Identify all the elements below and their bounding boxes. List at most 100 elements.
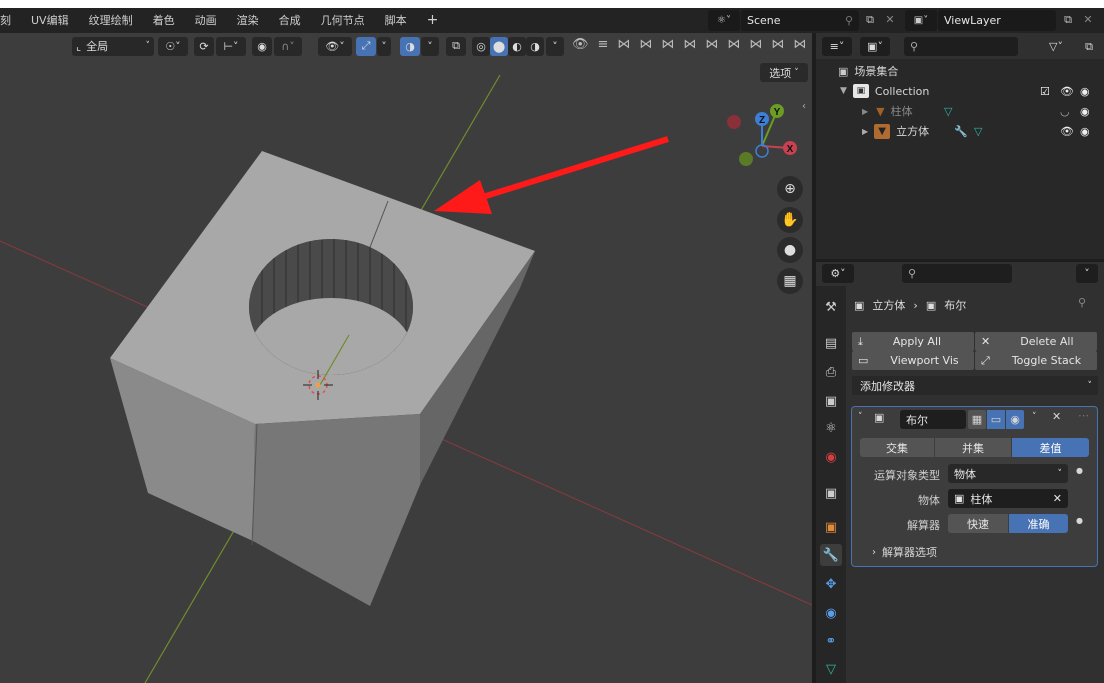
data-tab-icon[interactable]: ▽ [820, 658, 842, 680]
tab-rendering[interactable]: 渲染 [227, 8, 269, 33]
keyframe-dot-icon[interactable]: ● [1076, 466, 1083, 475]
new-collection-button[interactable]: ⧉ [1078, 37, 1100, 56]
options-dropdown[interactable]: 选项 ˅ [760, 63, 808, 82]
tab-texture-paint[interactable]: 纹理绘制 [79, 8, 143, 33]
rendered-shading-button[interactable]: ◑ [526, 36, 544, 56]
add-modifier-dropdown[interactable]: 添加修改器 ˅ [852, 376, 1098, 395]
chevron-down-icon[interactable]: ˅ [1032, 412, 1037, 422]
render-tab-icon[interactable]: ▤ [820, 332, 842, 354]
modifier-name-field[interactable]: 布尔 [900, 410, 966, 429]
expand-arrow-icon[interactable]: ▼ [840, 86, 847, 96]
collapse-arrow-icon[interactable]: ˅ [858, 412, 863, 422]
camera-icon[interactable]: ◉ [1080, 85, 1090, 98]
operation-difference[interactable]: 差值 [1012, 438, 1089, 457]
gizmo-toggle[interactable]: ⤢ [356, 36, 376, 56]
wireframe-shading-button[interactable]: ◎ [472, 36, 490, 56]
new-view-layer-icon[interactable]: ⧉ [1060, 12, 1076, 28]
close-view-layer-icon[interactable]: ✕ [1080, 12, 1096, 28]
tab-uv-editing[interactable]: UV编辑 [21, 8, 79, 33]
properties-options-dropdown[interactable]: ˅ [1076, 264, 1098, 283]
output-tab-icon[interactable]: ⎙ [820, 361, 842, 383]
proportional-edit-toggle[interactable]: ◉ [252, 36, 272, 56]
render-toggle[interactable]: ◉ [1006, 410, 1024, 429]
operand-type-dropdown[interactable]: 物体 ˅ [948, 464, 1068, 483]
eye-closed-icon[interactable]: ◡ [1060, 105, 1070, 118]
pin-icon[interactable]: ⚲ [841, 13, 857, 29]
falloff-dropdown[interactable]: ∩˅ [274, 36, 302, 56]
exclude-checkbox[interactable]: ☑ [1040, 85, 1050, 98]
outliner-search-input[interactable]: ⚲ [904, 37, 1018, 56]
filter-view-dropdown[interactable]: ▣˅ [860, 37, 890, 56]
perspective-grid-icon[interactable]: ▦ [777, 268, 803, 294]
object-tab-icon[interactable]: ▣ [820, 516, 842, 538]
sidebar-collapse-arrow[interactable]: ‹ [802, 101, 806, 112]
close-scene-icon[interactable]: ✕ [882, 12, 898, 28]
apply-all-button[interactable]: ⤓ Apply All [852, 332, 974, 351]
tab-geometry-nodes[interactable]: 几何节点 [311, 8, 375, 33]
expand-arrow-icon[interactable]: ▶ [862, 127, 868, 136]
editor-type-dropdown[interactable]: ⚙˅ [822, 264, 854, 283]
zoom-icon[interactable]: ⊕ [777, 176, 803, 202]
add-workspace-button[interactable]: + [417, 8, 449, 33]
snap-toggle[interactable]: ⟳ [194, 36, 214, 56]
pivot-point-dropdown[interactable]: ☉˅ [158, 36, 188, 56]
tab-animation[interactable]: 动画 [185, 8, 227, 33]
drag-handle-icon[interactable]: ⋯ [1078, 409, 1089, 422]
outliner-object-row[interactable]: ▶ ▼ 立方体 🔧 ▽ 👁 ◉ [816, 121, 1104, 141]
close-icon[interactable]: ✕ [1052, 410, 1061, 423]
overlays-dropdown[interactable]: ˅ [421, 36, 439, 56]
material-shading-button[interactable]: ◐ [508, 36, 526, 56]
collection-tab-icon[interactable]: ▣ [820, 482, 842, 504]
viewport-vis-button[interactable]: ▭ Viewport Vis [852, 351, 974, 370]
tab-scripting[interactable]: 脚本 [375, 8, 417, 33]
pan-hand-icon[interactable]: ✋ [777, 207, 803, 233]
expand-arrow-icon[interactable]: ▶ [862, 107, 868, 116]
viewport-scene[interactable]: Y Z X [0, 33, 812, 683]
clear-icon[interactable]: ✕ [1053, 492, 1062, 505]
tab-sculpt[interactable]: 刻 [0, 8, 21, 33]
outliner-root-row[interactable]: ▣ 场景集合 [816, 61, 1104, 81]
extra-header-icons[interactable]: 👁≡⋈⋈⋈⋈⋈⋈⋈⋈⋈⋈ [572, 37, 812, 52]
outliner-object-row[interactable]: ▶ ▼ 柱体 ▽ ◡ ◉ [816, 101, 1104, 121]
filter-dropdown[interactable]: ▽˅ [1040, 37, 1072, 56]
constraints-tab-icon[interactable]: ⚭ [820, 630, 842, 652]
overlays-toggle[interactable]: ◑ [400, 36, 420, 56]
tool-tab-icon[interactable]: ⚒ [820, 296, 842, 318]
transform-orientation-dropdown[interactable]: ⌞ 全局 ˅ [72, 36, 154, 56]
camera-view-icon[interactable]: ● [777, 237, 803, 263]
display-mode-dropdown[interactable]: ≡˅ [822, 37, 852, 56]
view-layer-icon[interactable]: ▣˅ [905, 10, 937, 31]
particles-tab-icon[interactable]: ✥ [820, 573, 842, 595]
scene-tab-icon[interactable]: ⚛ [820, 417, 842, 439]
properties-search-input[interactable]: ⚲ [902, 264, 1012, 283]
gizmo-dropdown[interactable]: ˅ [377, 36, 391, 56]
snap-target-dropdown[interactable]: ⊢˅ [216, 36, 246, 56]
operation-intersect[interactable]: 交集 [860, 438, 934, 457]
solver-fast[interactable]: 快速 [948, 514, 1008, 533]
toggle-stack-button[interactable]: ⤢ Toggle Stack [975, 351, 1097, 370]
object-field[interactable]: ▣ 柱体 ✕ [948, 489, 1068, 508]
3d-viewport[interactable]: Y Z X ⌞ 全局 ˅ ☉˅ ⟳ ⊢˅ ◉ ∩˅ 👁˅ ⤢ ˅ ◑ ˅ ⧉ ◎… [0, 33, 812, 683]
world-tab-icon[interactable]: ◉ [820, 446, 842, 468]
view-layer-field[interactable]: ViewLayer [938, 10, 1056, 31]
viewport-display-toggle[interactable]: ▭ [987, 410, 1005, 429]
scene-name-field[interactable]: Scene ⚲ [741, 10, 859, 31]
physics-tab-icon[interactable]: ◉ [820, 602, 842, 624]
xray-toggle[interactable]: ⧉ [446, 36, 466, 56]
edit-mode-toggle[interactable]: ▦ [968, 410, 986, 429]
scene-selector-icon[interactable]: ⚛˅ [708, 10, 740, 31]
solid-shading-button[interactable]: ⬤ [490, 36, 508, 56]
camera-icon[interactable]: ◉ [1080, 125, 1090, 138]
solver-exact[interactable]: 准确 [1009, 514, 1068, 533]
solver-options-subpanel[interactable]: › 解算器选项 [872, 544, 937, 560]
delete-all-button[interactable]: ✕ Delete All [975, 332, 1097, 351]
pin-icon[interactable]: ⚲ [1078, 296, 1086, 309]
shading-dropdown[interactable]: ˅ [546, 36, 564, 56]
tab-compositing[interactable]: 合成 [269, 8, 311, 33]
camera-icon[interactable]: ◉ [1080, 105, 1090, 118]
modifier-tab-icon[interactable]: 🔧 [820, 544, 842, 566]
view-layer-tab-icon[interactable]: ▣ [820, 390, 842, 412]
visibility-dropdown[interactable]: 👁˅ [318, 36, 352, 56]
tab-shading[interactable]: 着色 [143, 8, 185, 33]
keyframe-dot-icon[interactable]: ● [1076, 516, 1083, 525]
